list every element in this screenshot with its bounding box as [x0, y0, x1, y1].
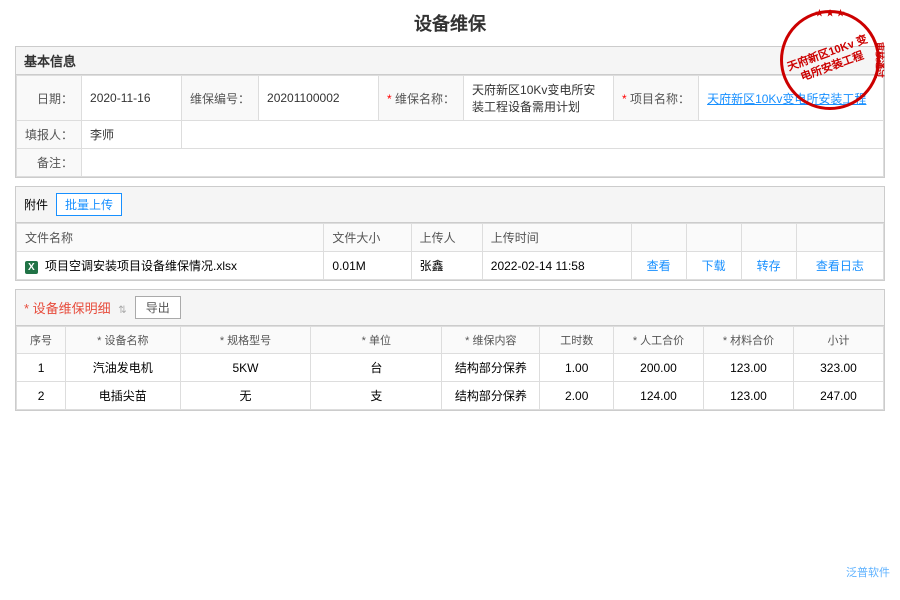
th-content: * 维保内容: [442, 327, 540, 354]
reporter-empty: [182, 121, 884, 149]
detail-seq: 1: [17, 354, 66, 382]
detail-subtotal: 323.00: [793, 354, 883, 382]
sort-icon[interactable]: ⇅: [118, 305, 126, 316]
basic-info-header: 基本信息: [16, 47, 884, 75]
detail-hours: 2.00: [540, 382, 614, 410]
attach-uploader: 张鑫: [411, 252, 482, 280]
th-subtotal: 小计: [793, 327, 883, 354]
col-actions4: [796, 224, 883, 252]
basic-info-section: 基本信息 日期： 2020-11-16 维保编号： 20201100002 * …: [15, 46, 885, 178]
th-labor: * 人工合价: [614, 327, 704, 354]
page-title: 设备维保: [15, 10, 885, 36]
reporter-label: 填报人：: [17, 121, 82, 149]
info-row-1: 日期： 2020-11-16 维保编号： 20201100002 * 维保名称：…: [17, 76, 884, 121]
col-actions2: [686, 224, 741, 252]
detail-subtotal: 247.00: [793, 382, 883, 410]
maint-name-label: * 维保名称：: [379, 76, 464, 121]
page-container: 设备维保 天府新区10Kv 变电所安装工程 ★ ★ ★ 审核通过 基本信息 日期…: [0, 0, 900, 600]
th-spec: * 规格型号: [180, 327, 311, 354]
watermark: 泛普软件: [846, 564, 890, 580]
info-row-2: 填报人： 李师: [17, 121, 884, 149]
detail-header: * 设备维保明细 ⇅ 导出: [16, 290, 884, 326]
attach-transfer[interactable]: 转存: [741, 252, 796, 280]
info-row-3: 备注：: [17, 149, 884, 177]
detail-material: 123.00: [704, 382, 794, 410]
attach-log[interactable]: 查看日志: [796, 252, 883, 280]
attachment-table: 文件名称 文件大小 上传人 上传时间 X 项目空调安装项目设备维保情况.xlsx…: [16, 223, 884, 280]
remark-label: 备注：: [17, 149, 82, 177]
th-seq: 序号: [17, 327, 66, 354]
detail-title: * 设备维保明细 ⇅: [24, 298, 127, 317]
detail-row: 2 电插尖苗 无 支 结构部分保养 2.00 124.00 123.00 247…: [17, 382, 884, 410]
code-label: 维保编号：: [182, 76, 259, 121]
batch-upload-button[interactable]: 批量上传: [56, 193, 122, 216]
detail-labor: 124.00: [614, 382, 704, 410]
detail-hours: 1.00: [540, 354, 614, 382]
attach-size: 0.01M: [324, 252, 411, 280]
th-hours: 工时数: [540, 327, 614, 354]
detail-labor: 200.00: [614, 354, 704, 382]
detail-content: 结构部分保养: [442, 354, 540, 382]
attachment-row: X 项目空调安装项目设备维保情况.xlsx 0.01M 张鑫 2022-02-1…: [17, 252, 884, 280]
code-value: 20201100002: [259, 76, 379, 121]
col-filesize: 文件大小: [324, 224, 411, 252]
detail-unit: 台: [311, 354, 442, 382]
detail-unit: 支: [311, 382, 442, 410]
th-material: * 材料合价: [704, 327, 794, 354]
excel-icon: X: [25, 261, 38, 274]
detail-header-row: 序号 * 设备名称 * 规格型号 * 单位 * 维保内容 工时数 * 人工合价 …: [17, 327, 884, 354]
col-actions3: [741, 224, 796, 252]
th-unit: * 单位: [311, 327, 442, 354]
stamp-circle: 天府新区10Kv 变电所安装工程: [780, 10, 880, 110]
col-actions: [631, 224, 686, 252]
col-filename: 文件名称: [17, 224, 324, 252]
approval-stamp: 天府新区10Kv 变电所安装工程 ★ ★ ★ 审核通过: [780, 10, 880, 110]
detail-spec: 无: [180, 382, 311, 410]
maint-name-value: 天府新区10Kv变电所安装工程设备需用计划: [464, 76, 614, 121]
col-uploader: 上传人: [411, 224, 482, 252]
stamp-side-text: 审核通过: [873, 42, 886, 78]
attachment-title: 附件: [24, 196, 48, 213]
attach-download[interactable]: 下载: [686, 252, 741, 280]
detail-row: 1 汽油发电机 5KW 台 结构部分保养 1.00 200.00 123.00 …: [17, 354, 884, 382]
col-upload-time: 上传时间: [482, 224, 631, 252]
detail-device: 电插尖苗: [66, 382, 181, 410]
th-device: * 设备名称: [66, 327, 181, 354]
date-label: 日期：: [17, 76, 82, 121]
attach-view[interactable]: 查看: [631, 252, 686, 280]
detail-material: 123.00: [704, 354, 794, 382]
reporter-value: 李师: [82, 121, 182, 149]
attachment-section: 附件 批量上传 文件名称 文件大小 上传人 上传时间 X 项目: [15, 186, 885, 281]
project-label: * 项目名称：: [614, 76, 699, 121]
detail-table: 序号 * 设备名称 * 规格型号 * 单位 * 维保内容 工时数 * 人工合价 …: [16, 326, 884, 410]
stamp-top-text: ★ ★ ★: [815, 8, 844, 19]
attach-filename: X 项目空调安装项目设备维保情况.xlsx: [17, 252, 324, 280]
export-button[interactable]: 导出: [135, 296, 181, 319]
detail-section: * 设备维保明细 ⇅ 导出 序号 * 设备名称 * 规格型号 * 单位 * 维保…: [15, 289, 885, 411]
attach-time: 2022-02-14 11:58: [482, 252, 631, 280]
basic-info-table: 日期： 2020-11-16 维保编号： 20201100002 * 维保名称：…: [16, 75, 884, 177]
stamp-inner-text: 天府新区10Kv 变电所安装工程: [781, 30, 879, 89]
detail-content: 结构部分保养: [442, 382, 540, 410]
date-value: 2020-11-16: [82, 76, 182, 121]
attachment-header: 附件 批量上传: [16, 187, 884, 223]
attach-name: 项目空调安装项目设备维保情况.xlsx: [45, 259, 237, 273]
attachment-header-row: 文件名称 文件大小 上传人 上传时间: [17, 224, 884, 252]
remark-value: [82, 149, 884, 177]
detail-spec: 5KW: [180, 354, 311, 382]
detail-device: 汽油发电机: [66, 354, 181, 382]
detail-seq: 2: [17, 382, 66, 410]
